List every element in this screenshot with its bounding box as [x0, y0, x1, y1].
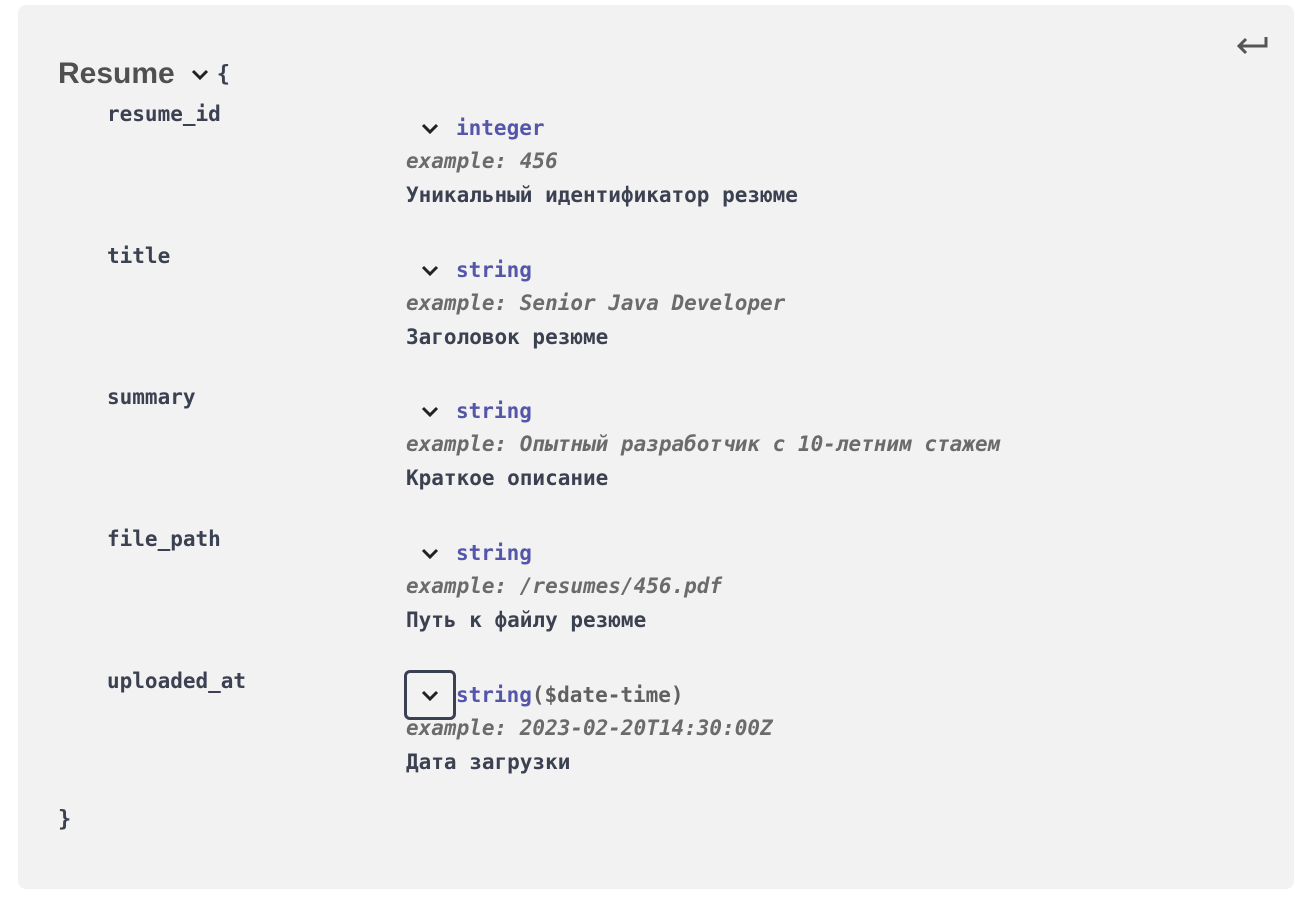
return-arrow-icon: [1236, 37, 1268, 55]
type-name: string: [456, 541, 532, 565]
property-row-title: title string example: Senior Java Develo…: [18, 242, 1294, 372]
chevron-down-icon: [421, 406, 439, 418]
collapse-model-button[interactable]: [1234, 31, 1270, 61]
property-type: integer: [404, 112, 545, 144]
property-name: resume_id: [107, 102, 221, 126]
property-type: string: [404, 254, 532, 286]
close-brace: }: [58, 807, 72, 832]
property-row-resume-id: resume_id integer example: 456 Уникальны…: [18, 100, 1294, 230]
property-name: uploaded_at: [107, 669, 247, 693]
property-name: title: [107, 244, 171, 268]
property-type: string: [404, 537, 532, 569]
model-container: Resume { resume_id integer example: 456 …: [18, 5, 1294, 889]
type-name: string: [456, 683, 532, 707]
property-description: Уникальный идентификатор резюме: [406, 183, 798, 207]
type-name: string: [456, 258, 532, 282]
property-example: example: 2023-02-20T14:30:00Z: [406, 716, 773, 740]
type-name: string: [456, 399, 532, 423]
chevron-down-icon: [421, 123, 439, 135]
property-description: Заголовок резюме: [406, 325, 609, 349]
property-type: string ($date-time): [404, 670, 684, 720]
model-header: Resume {: [58, 57, 230, 91]
open-brace: {: [216, 61, 230, 87]
model-title[interactable]: Resume: [58, 57, 175, 91]
property-type: string: [404, 395, 532, 427]
type-name: integer: [456, 116, 545, 140]
property-example: example: /resumes/456.pdf: [406, 574, 723, 598]
property-description: Путь к файлу резюме: [406, 608, 647, 632]
type-format: ($date-time): [531, 683, 684, 707]
property-row-file-path: file_path string example: /resumes/456.p…: [18, 525, 1294, 655]
property-example: example: Опытный разработчик с 10-летним…: [406, 432, 1001, 456]
property-description: Краткое описание: [406, 466, 609, 490]
property-name: summary: [107, 385, 196, 409]
property-description: Дата загрузки: [406, 750, 571, 774]
chevron-down-icon: [191, 69, 208, 81]
property-example: example: 456: [406, 149, 558, 173]
property-row-uploaded-at: uploaded_at string ($date-time) example:…: [18, 667, 1294, 797]
chevron-down-icon: [421, 265, 439, 277]
property-name: file_path: [107, 527, 221, 551]
property-example: example: Senior Java Developer: [406, 291, 786, 315]
chevron-down-icon: [421, 690, 439, 702]
model-expand-toggle[interactable]: [189, 63, 211, 85]
chevron-down-icon: [421, 548, 439, 560]
property-row-summary: summary string example: Опытный разработ…: [18, 383, 1294, 513]
